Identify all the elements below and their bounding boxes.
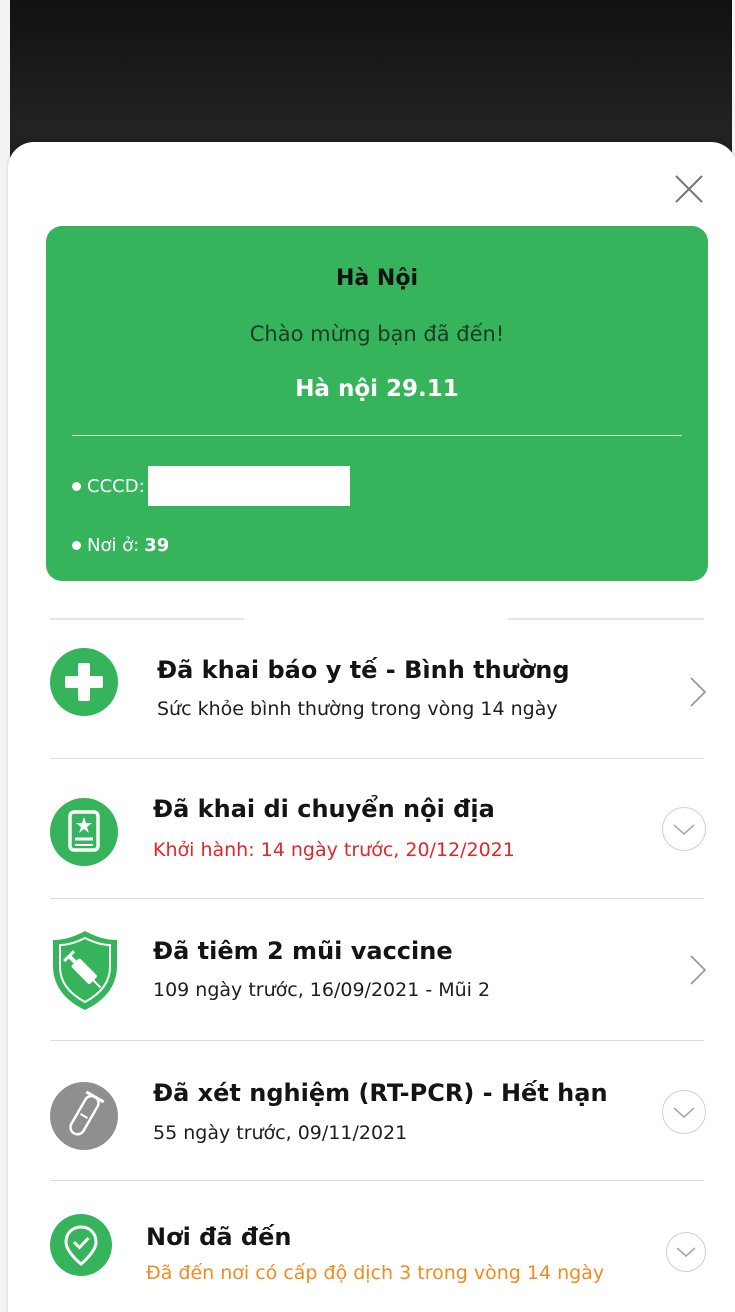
item-subtitle-epidemic-level: Đã đến nơi có cấp độ dịch 3 trong vòng 1… bbox=[146, 1262, 605, 1284]
card-divider bbox=[72, 435, 682, 436]
list-item-vaccination[interactable]: Đã tiêm 2 mũi vaccine 109 ngày trước, 16… bbox=[50, 900, 707, 1040]
chevron-right-icon bbox=[690, 677, 707, 707]
item-divider bbox=[50, 758, 704, 759]
item-subtitle: 55 ngày trước, 09/11/2021 bbox=[153, 1122, 408, 1144]
location-check-icon bbox=[50, 1214, 112, 1276]
item-divider bbox=[50, 898, 704, 899]
travel-document-icon bbox=[50, 798, 118, 866]
card-city-title: Hà Nội bbox=[336, 266, 418, 291]
chevron-down-icon bbox=[672, 823, 695, 835]
item-title: Đã tiêm 2 mũi vaccine bbox=[153, 937, 453, 965]
item-subtitle-departure: Khởi hành: 14 ngày trước, 20/12/2021 bbox=[153, 839, 515, 861]
item-subtitle: Sức khỏe bình thường trong vòng 14 ngày bbox=[157, 698, 558, 720]
tab-indicator-right bbox=[508, 618, 704, 620]
list-item-pcr-test[interactable]: Đã xét nghiệm (RT-PCR) - Hết hạn 55 ngày… bbox=[50, 1042, 706, 1180]
id-number-redacted bbox=[147, 466, 350, 506]
bullet-dot bbox=[72, 481, 81, 491]
close-button[interactable] bbox=[670, 170, 708, 208]
tab-indicator-left bbox=[50, 618, 244, 620]
test-tube-icon bbox=[50, 1082, 118, 1150]
list-item-medical-declaration[interactable]: Đã khai báo y tế - Bình thường Sức khỏe … bbox=[50, 640, 707, 758]
item-title: Đã xét nghiệm (RT-PCR) - Hết hạn bbox=[153, 1079, 608, 1107]
residence-label: Nơi ở: bbox=[87, 535, 140, 556]
checkin-status-card: Hà Nội Chào mừng bạn đã đến! Hà nội 29.1… bbox=[46, 226, 708, 581]
residence-row: Nơi ở: 39 bbox=[72, 535, 169, 556]
item-divider bbox=[50, 1040, 704, 1041]
item-subtitle: 109 ngày trước, 16/09/2021 - Mũi 2 bbox=[153, 979, 491, 1001]
residence-value: 39 bbox=[144, 535, 170, 556]
item-title: Đã khai báo y tế - Bình thường bbox=[157, 656, 570, 684]
bullet-dot bbox=[72, 541, 81, 550]
list-item-places-visited[interactable]: Nơi đã đến Đã đến nơi có cấp độ dịch 3 t… bbox=[50, 1182, 706, 1312]
chevron-right-icon bbox=[690, 955, 707, 985]
id-number-label: CCCD: bbox=[87, 475, 145, 497]
id-number-row: CCCD: bbox=[72, 466, 350, 506]
item-title: Đã khai di chuyển nội địa bbox=[153, 795, 495, 823]
chevron-down-icon bbox=[672, 1106, 695, 1118]
expand-button[interactable] bbox=[666, 1232, 706, 1272]
expand-button[interactable] bbox=[662, 807, 706, 851]
medical-plus-icon bbox=[50, 648, 118, 716]
vaccine-shield-icon bbox=[53, 931, 117, 1010]
close-icon bbox=[675, 175, 703, 203]
card-place-name: Hà nội 29.11 bbox=[295, 376, 459, 402]
item-title: Nơi đã đến bbox=[146, 1223, 292, 1251]
chevron-down-icon bbox=[675, 1246, 696, 1257]
list-item-domestic-travel[interactable]: Đã khai di chuyển nội địa Khởi hành: 14 … bbox=[50, 760, 706, 898]
expand-button[interactable] bbox=[662, 1090, 706, 1134]
card-welcome-text: Chào mừng bạn đã đến! bbox=[249, 322, 505, 346]
item-divider bbox=[50, 1180, 704, 1181]
